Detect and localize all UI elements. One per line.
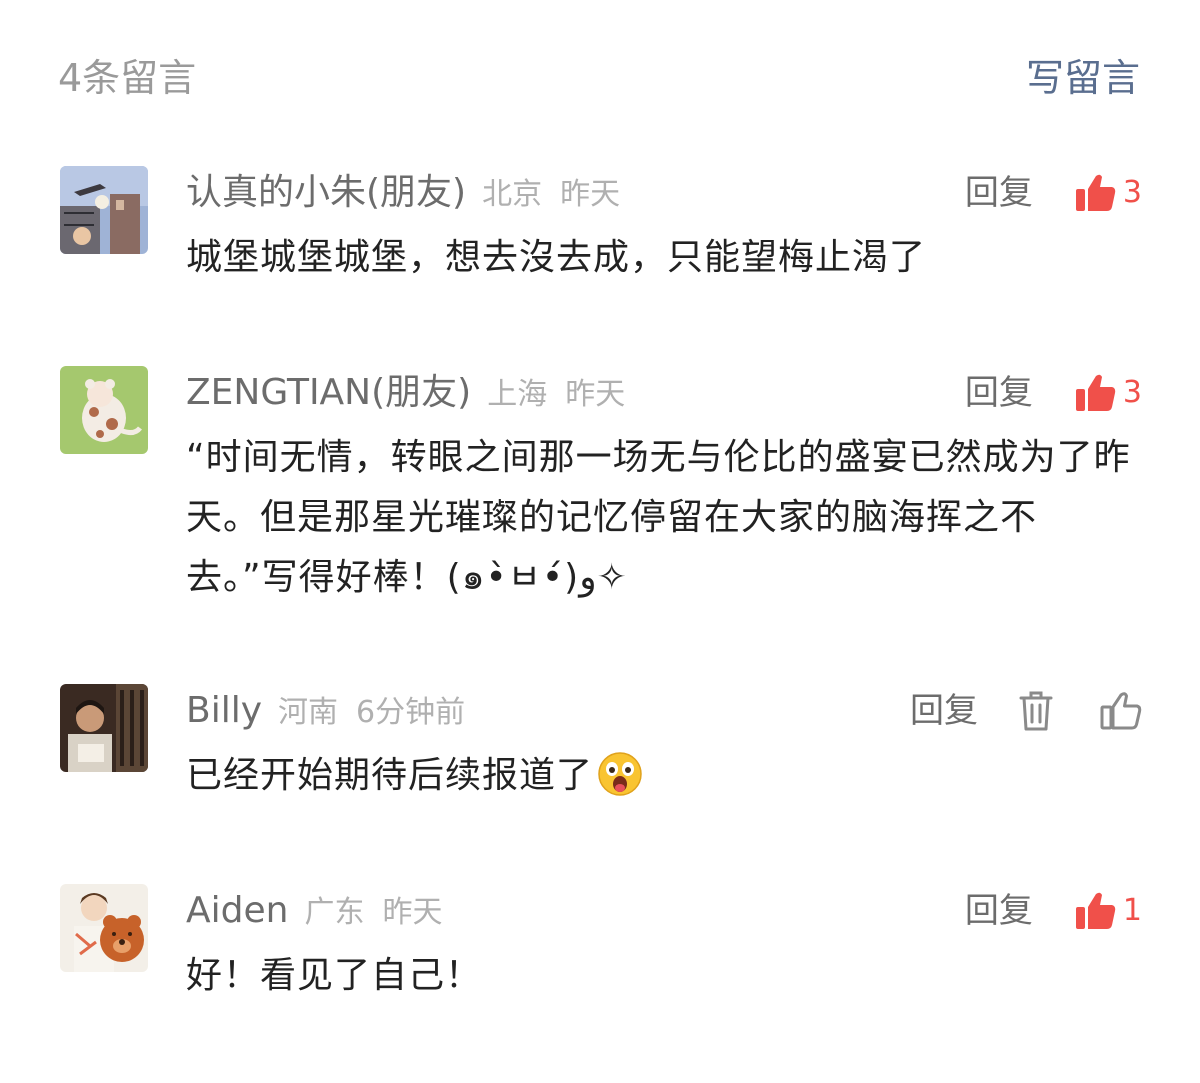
thumbs-up-filled-icon [1075,892,1116,929]
comment-meta: Billy 河南 6分钟前 [186,686,465,736]
thumbs-up-outline-icon [1100,692,1142,730]
comment-text: 好！看见了自己！ [186,955,483,996]
thumbs-up-filled-icon [1075,174,1116,211]
like-button[interactable]: 3 [1075,368,1142,418]
commenter-location: 上海 [487,377,548,412]
avatar[interactable] [60,684,148,772]
commenter-name[interactable]: Aiden [186,890,288,931]
avatar[interactable] [60,166,148,254]
comments-header: 4条留言 写留言 [0,0,1200,150]
comment-actions: 回复 3 [965,368,1142,418]
comment-actions: 回复 1 [965,886,1142,936]
thumbs-up-filled-icon [1075,374,1116,411]
commenter-location: 广东 [304,895,365,930]
comment-meta: 认真的小朱(朋友) 北京 昨天 [186,168,620,218]
comment-time: 昨天 [560,177,621,212]
comment-text: “时间无情，转眼之间那一场无与伦比的盛宴已然成为了昨天。但是那星光璀璨的记忆停留… [186,437,1131,598]
comment-time: 昨天 [565,377,626,412]
commenter-name[interactable]: Billy [186,690,262,731]
trash-icon [1019,691,1053,731]
comment-meta: Aiden 广东 昨天 [186,886,442,936]
comment-time: 6分钟前 [356,695,466,730]
star-struck-emoji-icon [597,751,643,816]
avatar[interactable] [60,884,148,972]
comment-actions: 回复 [910,686,1142,736]
comment-actions: 回复 3 [965,168,1142,218]
comment-meta: ZENGTIAN(朋友) 上海 昨天 [186,368,625,418]
like-count: 3 [1122,375,1142,410]
reply-button[interactable]: 回复 [965,368,1033,418]
comment-text: 已经开始期待后续报道了 [186,746,1146,816]
commenter-name[interactable]: ZENGTIAN(朋友) [186,372,471,413]
reply-button[interactable]: 回复 [965,168,1033,218]
comment-text: 城堡城堡城堡，想去沒去成，只能望梅止渴了 [186,237,927,278]
commenter-location: 河南 [278,695,339,730]
commenter-name[interactable]: 认真的小朱(朋友) [186,172,466,213]
comment-time: 昨天 [382,895,443,930]
comment-count: 4条留言 [58,56,197,100]
delete-button[interactable] [1018,690,1054,732]
commenter-location: 北京 [482,177,543,212]
reply-button[interactable]: 回复 [910,686,978,736]
avatar[interactable] [60,366,148,454]
like-button[interactable]: 3 [1075,168,1142,218]
reply-button[interactable]: 回复 [965,886,1033,936]
write-comment-button[interactable]: 写留言 [1026,52,1140,104]
like-button[interactable] [1100,691,1142,731]
like-count: 3 [1122,175,1142,210]
comment-text-content: 已经开始期待后续报道了 [186,755,594,796]
like-button[interactable]: 1 [1075,886,1142,936]
like-count: 1 [1122,893,1142,928]
